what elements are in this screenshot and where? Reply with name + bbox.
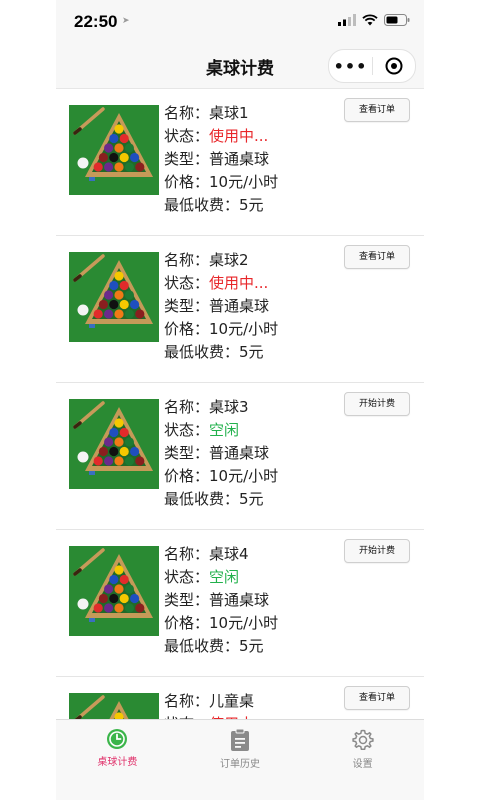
table-status: 空闲 [209, 568, 240, 586]
tab-settings-label: 设置 [352, 759, 373, 770]
table-price: 价格：10元/小时 [164, 320, 279, 338]
table-info: 名称：桌球4 状态：空闲 类型：普通桌球 价格：10元/小时 最低收费：5元 [164, 543, 278, 658]
table-min-charge: 最低收费：5元 [164, 490, 264, 508]
table-action-button[interactable]: 查看订单 [344, 98, 410, 122]
billiard-rack-graphic [73, 107, 153, 181]
table-status: 使用中... [209, 274, 269, 292]
tab-settings[interactable]: 设置 [301, 720, 424, 800]
location-arrow-icon: ➤ [122, 16, 130, 26]
billiard-table-image [69, 693, 159, 719]
table-status-row: 状态：使用中... [164, 125, 278, 148]
table-list: 名称：桌球1 状态：使用中... 类型：普通桌球 价格：10元/小时 最低收费：… [56, 89, 424, 719]
table-status-row: 状态：空闲 [164, 566, 278, 589]
table-type: 类型：普通桌球 [164, 591, 270, 609]
table-price: 价格：10元/小时 [164, 467, 279, 485]
table-min-charge: 最低收费：5元 [164, 196, 264, 214]
tab-billing-label: 桌球计费 [97, 757, 138, 768]
table-min-charge: 最低收费：5元 [164, 637, 264, 655]
table-info: 名称：桌球3 状态：空闲 类型：普通桌球 价格：10元/小时 最低收费：5元 [164, 396, 278, 511]
table-price: 价格：10元/小时 [164, 614, 279, 632]
table-min-charge: 最低收费：5元 [164, 343, 264, 361]
tab-order-history[interactable]: 订单历史 [179, 720, 302, 800]
table-type: 类型：普通桌球 [164, 150, 270, 168]
wifi-icon [362, 14, 378, 26]
billiard-table-image [69, 399, 159, 489]
billiard-rack-graphic [73, 254, 153, 328]
tab-bar: 桌球计费 订单历史 设置 [56, 719, 424, 800]
table-card: 名称：桌球1 状态：使用中... 类型：普通桌球 价格：10元/小时 最低收费：… [56, 89, 424, 236]
table-card: 名称：儿童桌 状态：使用中... 类型：普通桌球 价格：10元/小时 最低收费：… [56, 677, 424, 719]
table-type: 类型：普通桌球 [164, 444, 270, 462]
table-status-label: 状态： [164, 274, 210, 292]
billiard-rack-graphic [73, 401, 153, 475]
table-name: 名称：桌球1 [164, 104, 249, 122]
table-name: 名称：桌球4 [164, 545, 249, 563]
table-info: 名称：儿童桌 状态：使用中... 类型：普通桌球 价格：10元/小时 最低收费：… [164, 690, 278, 719]
target-icon [385, 57, 403, 75]
table-card: 名称：桌球4 状态：空闲 类型：普通桌球 价格：10元/小时 最低收费：5元 开… [56, 530, 424, 677]
tab-order-history-label: 订单历史 [220, 759, 260, 770]
table-status-row: 状态：使用中... [164, 272, 278, 295]
table-action-button[interactable]: 开始计费 [344, 539, 410, 563]
table-status-label: 状态： [164, 421, 210, 439]
billiard-table-image [69, 105, 159, 195]
table-name: 名称：桌球2 [164, 251, 249, 269]
table-action-button[interactable]: 开始计费 [344, 392, 410, 416]
billiard-rack-graphic [74, 695, 129, 719]
clipboard-icon [231, 728, 249, 751]
table-status-label: 状态： [164, 127, 210, 145]
signal-icon [338, 14, 356, 26]
table-card: 名称：桌球2 状态：使用中... 类型：普通桌球 价格：10元/小时 最低收费：… [56, 236, 424, 383]
table-status-label: 状态： [164, 568, 210, 586]
gear-icon [352, 729, 374, 751]
clock-icon [107, 729, 128, 749]
table-action-button[interactable]: 查看订单 [344, 245, 410, 269]
battery-icon [384, 14, 410, 26]
app-screen: 22:50 ➤ 桌球计费 ••• 名称：桌球1 状态：使用中... 类型：普通桌… [56, 0, 424, 800]
table-card: 名称：桌球3 状态：空闲 类型：普通桌球 价格：10元/小时 最低收费：5元 开… [56, 383, 424, 530]
table-status-row: 状态：空闲 [164, 419, 278, 442]
billiard-rack-graphic [73, 548, 153, 622]
more-button[interactable]: ••• [329, 57, 372, 76]
status-bar: 22:50 ➤ [56, 0, 424, 44]
close-button[interactable] [373, 57, 415, 75]
table-price: 价格：10元/小时 [164, 173, 279, 191]
mini-program-capsule: ••• [328, 49, 416, 83]
billiard-table-image [69, 252, 159, 342]
table-name: 名称：儿童桌 [164, 692, 255, 710]
billiard-table-image [69, 546, 159, 636]
system-icons [338, 14, 410, 26]
table-status: 使用中... [209, 127, 269, 145]
table-name: 名称：桌球3 [164, 398, 249, 416]
table-info: 名称：桌球2 状态：使用中... 类型：普通桌球 价格：10元/小时 最低收费：… [164, 249, 278, 364]
table-status: 空闲 [209, 421, 240, 439]
status-time: 22:50 [74, 12, 118, 31]
table-info: 名称：桌球1 状态：使用中... 类型：普通桌球 价格：10元/小时 最低收费：… [164, 102, 278, 217]
navigation-bar: 桌球计费 ••• [56, 44, 424, 89]
table-type: 类型：普通桌球 [164, 297, 270, 315]
table-action-button[interactable]: 查看订单 [344, 686, 410, 710]
tab-billing[interactable]: 桌球计费 [56, 720, 179, 800]
